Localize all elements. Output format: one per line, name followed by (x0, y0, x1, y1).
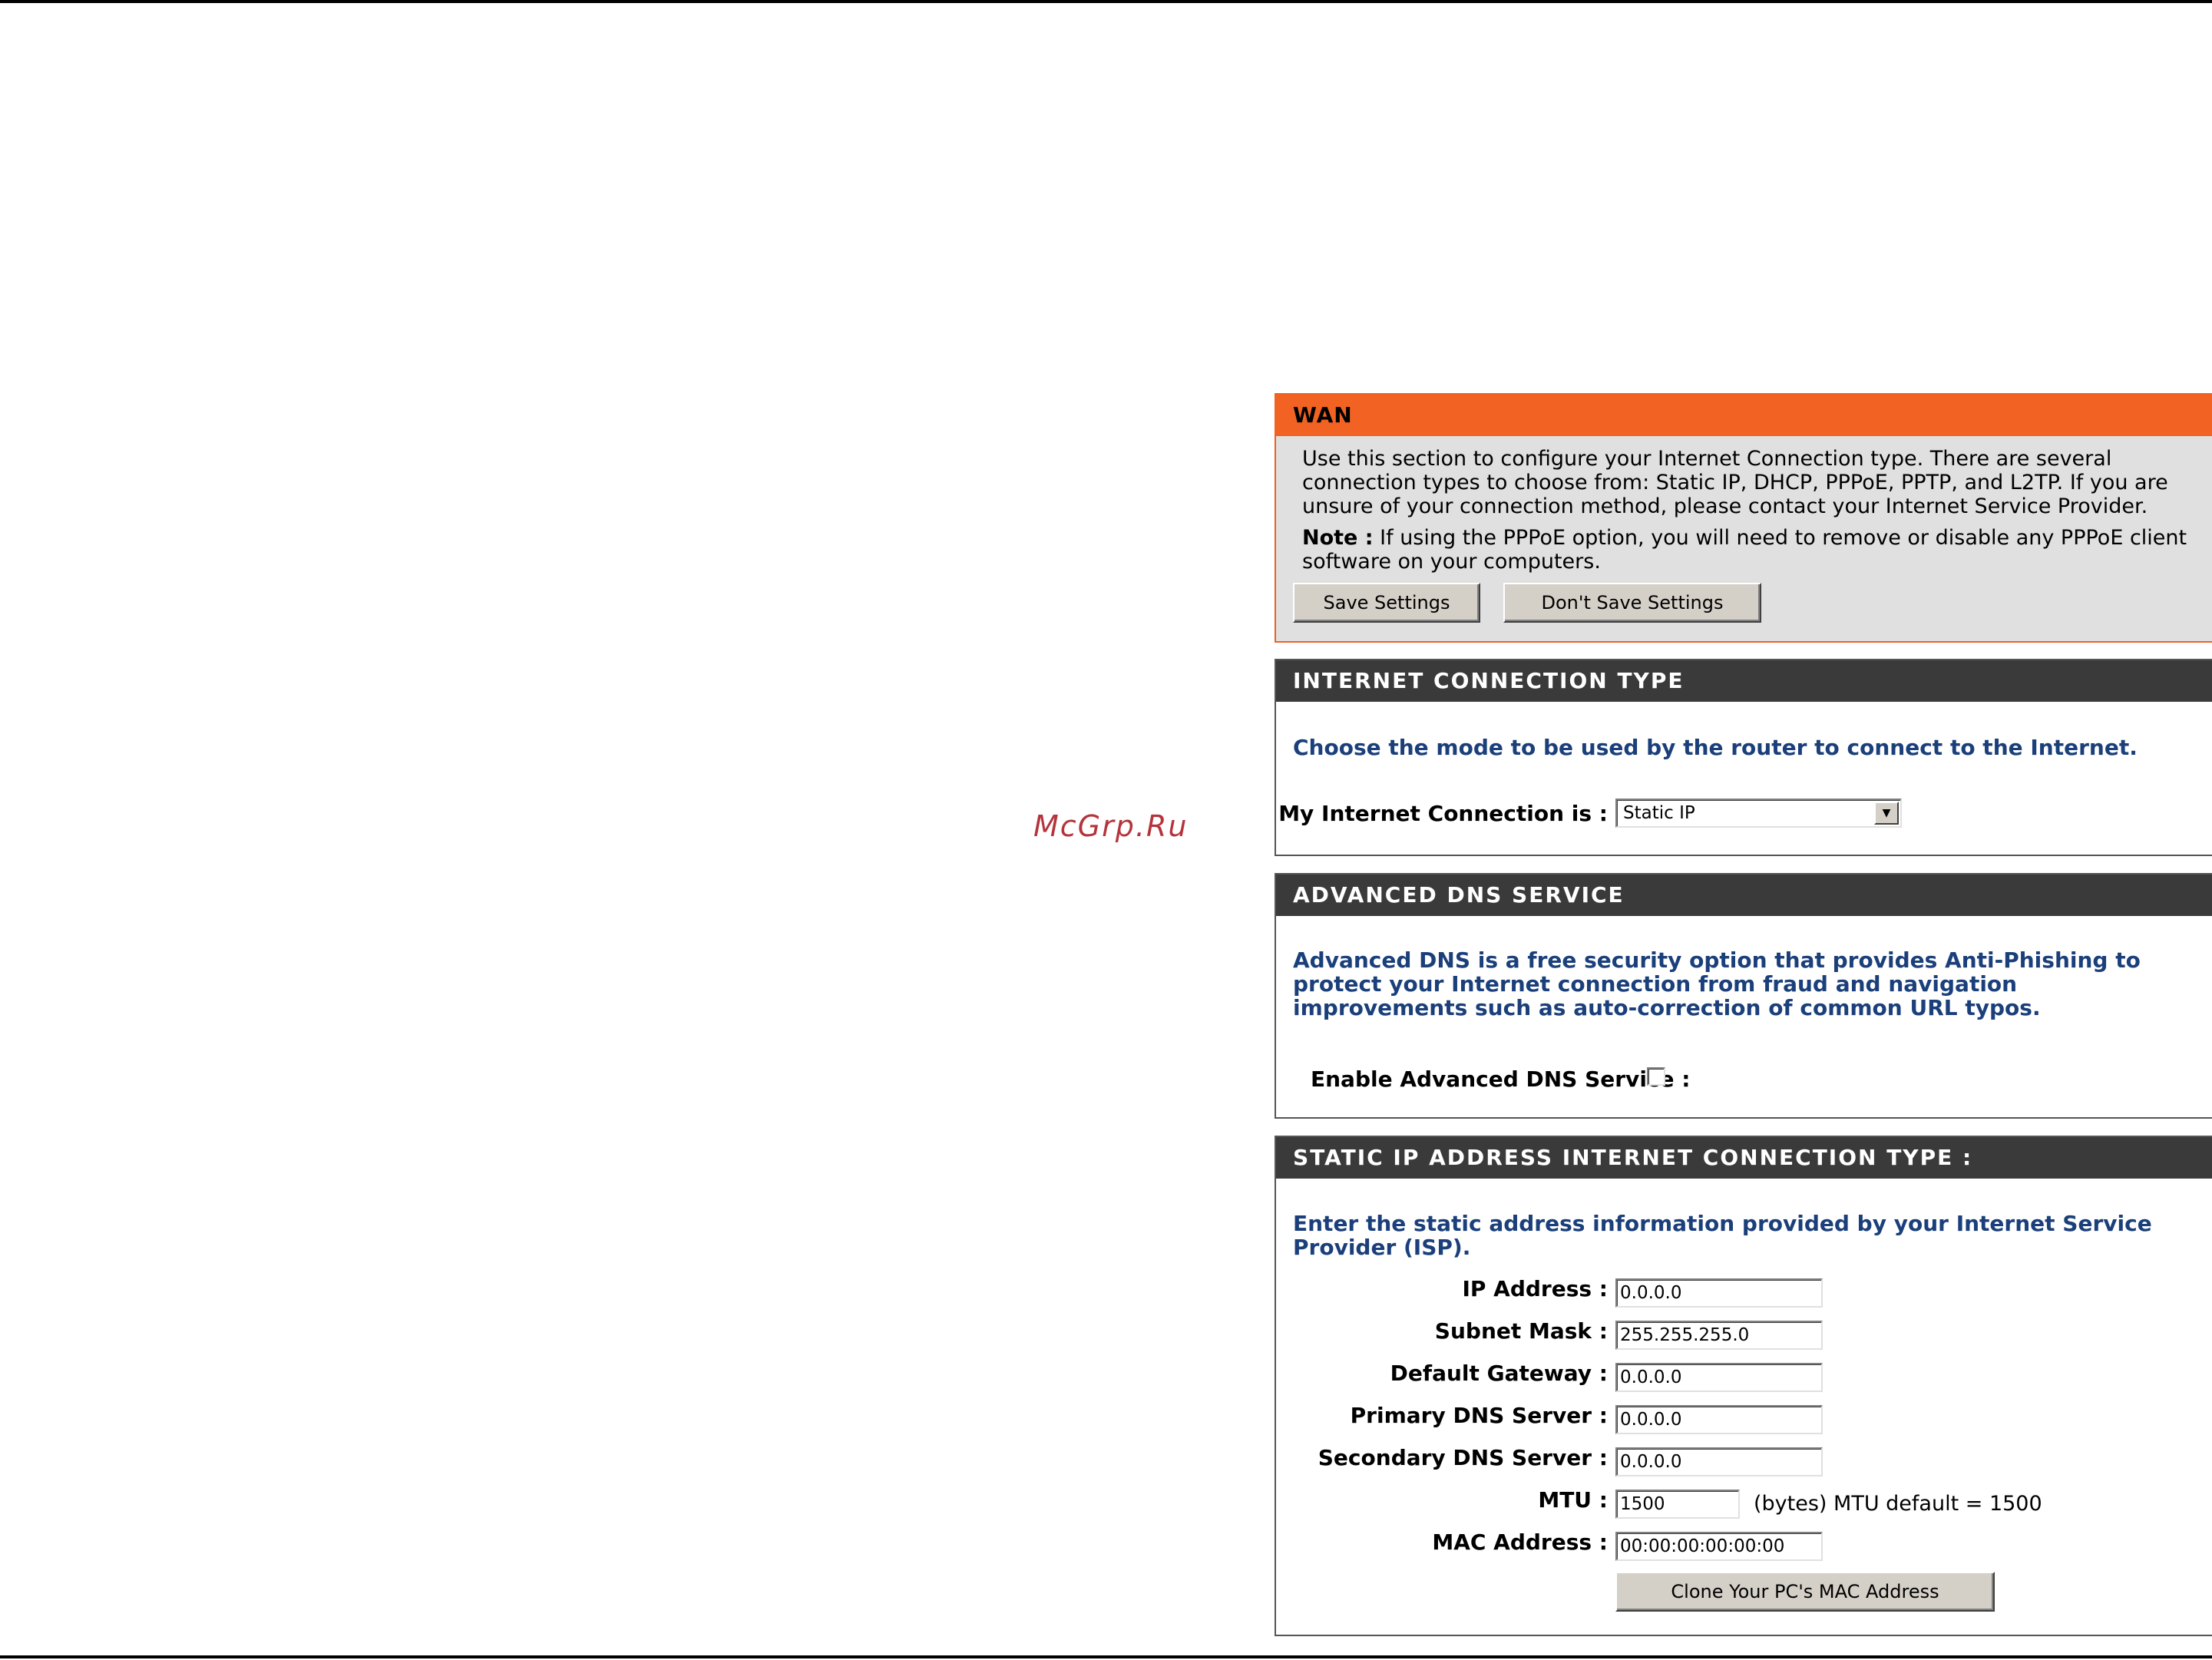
primary-dns-label: Primary DNS Server : (1350, 1403, 1608, 1428)
advanced-dns-panel: ADVANCED DNS SERVICE Advanced DNS is a f… (1275, 873, 2212, 1119)
subnet-mask-label: Subnet Mask : (1434, 1318, 1608, 1344)
wan-description: Use this section to configure your Inter… (1302, 447, 2168, 518)
watermark: McGrp.Ru (1033, 809, 1189, 843)
wan-body: Use this section to configure your Inter… (1276, 436, 2212, 574)
static-ip-panel: STATIC IP ADDRESS INTERNET CONNECTION TY… (1275, 1136, 2212, 1636)
chevron-down-icon[interactable]: ▼ (1874, 802, 1899, 825)
static-ip-lead: Enter the static address information pro… (1293, 1211, 2152, 1260)
note-text: If using the PPPoE option, you will need… (1302, 526, 2187, 574)
top-rule (0, 0, 2212, 3)
secondary-dns-input[interactable]: 0.0.0.0 (1615, 1447, 1823, 1476)
save-settings-button[interactable]: Save Settings (1293, 583, 1480, 623)
clone-mac-address-button[interactable]: Clone Your PC's MAC Address (1615, 1572, 1995, 1612)
connection-type-label: My Internet Connection is : (1278, 801, 1608, 826)
advanced-dns-checkbox[interactable] (1647, 1067, 1665, 1086)
default-gateway-input[interactable]: 0.0.0.0 (1615, 1363, 1823, 1392)
secondary-dns-label: Secondary DNS Server : (1318, 1445, 1608, 1470)
note-label: Note : (1302, 526, 1374, 550)
wan-panel: WAN Use this section to configure your I… (1275, 393, 2212, 643)
ip-address-label: IP Address : (1462, 1276, 1608, 1301)
internet-connection-type-title: INTERNET CONNECTION TYPE (1276, 660, 2212, 702)
ip-address-input[interactable]: 0.0.0.0 (1615, 1278, 1823, 1308)
connection-type-lead: Choose the mode to be used by the router… (1293, 735, 2138, 760)
mtu-label: MTU : (1538, 1487, 1608, 1513)
mtu-note: (bytes) MTU default = 1500 (1754, 1492, 2042, 1516)
wan-title: WAN (1276, 395, 2212, 436)
primary-dns-input[interactable]: 0.0.0.0 (1615, 1405, 1823, 1434)
dont-save-settings-button[interactable]: Don't Save Settings (1503, 583, 1761, 623)
mac-address-input[interactable]: 00:00:00:00:00:00 (1615, 1532, 1823, 1561)
advanced-dns-title: ADVANCED DNS SERVICE (1276, 875, 2212, 916)
mac-address-label: MAC Address : (1432, 1529, 1608, 1555)
advanced-dns-lead: Advanced DNS is a free security option t… (1293, 947, 2141, 1020)
bottom-rule (0, 1655, 2212, 1658)
subnet-mask-input[interactable]: 255.255.255.0 (1615, 1321, 1823, 1350)
wan-note: Note : If using the PPPoE option, you wi… (1302, 526, 2188, 574)
advanced-dns-label: Enable Advanced DNS Service : (1311, 1066, 1691, 1092)
internet-connection-type-panel: INTERNET CONNECTION TYPE Choose the mode… (1275, 659, 2212, 856)
static-ip-title: STATIC IP ADDRESS INTERNET CONNECTION TY… (1276, 1137, 2212, 1179)
mtu-input[interactable]: 1500 (1615, 1490, 1740, 1519)
connection-type-value: Static IP (1623, 803, 1695, 823)
default-gateway-label: Default Gateway : (1390, 1361, 1608, 1386)
connection-type-select[interactable]: Static IP ▼ (1615, 799, 1902, 828)
